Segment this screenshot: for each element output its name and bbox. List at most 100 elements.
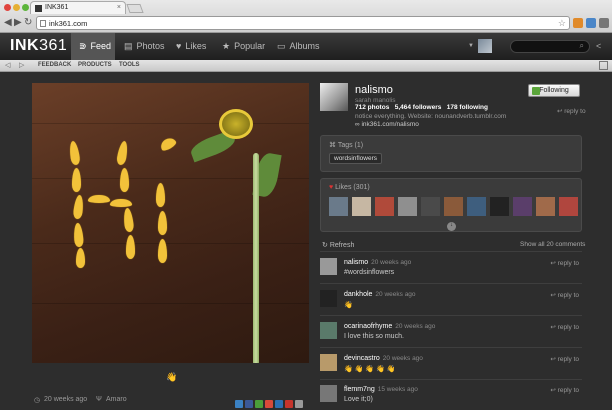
- petal: [120, 168, 129, 192]
- refresh-comments-button[interactable]: ↻ Refresh: [322, 241, 354, 249]
- reply-link[interactable]: ↩ reply to: [550, 323, 579, 331]
- following-check-icon: [532, 87, 540, 95]
- heart-icon: ♥: [329, 184, 334, 191]
- minimize-window-button[interactable]: [13, 4, 20, 11]
- reply-to-post-link[interactable]: ↩ reply to: [557, 107, 586, 115]
- following-button[interactable]: Following: [528, 84, 580, 97]
- liker-avatar[interactable]: [490, 197, 509, 216]
- post-photo[interactable]: [32, 83, 309, 363]
- reply-link[interactable]: ↩ reply to: [550, 386, 579, 394]
- account-dropdown-chevron-icon[interactable]: ▼: [468, 43, 474, 49]
- commenter-username[interactable]: devincastro: [344, 355, 380, 362]
- liker-avatar[interactable]: [559, 197, 578, 216]
- browser-tab[interactable]: INK361 ×: [30, 1, 126, 14]
- fullscreen-icon[interactable]: [599, 61, 608, 70]
- reply-link[interactable]: ↩ reply to: [550, 291, 579, 299]
- liker-avatar[interactable]: [375, 197, 394, 216]
- current-user-avatar[interactable]: [478, 39, 492, 53]
- liker-avatar[interactable]: [444, 197, 463, 216]
- filter-name: Amaro: [106, 396, 127, 403]
- menu-wrench-icon[interactable]: [599, 18, 609, 28]
- petal: [158, 135, 178, 153]
- search-input[interactable]: ⌕: [510, 40, 590, 53]
- facebook-share-icon[interactable]: [245, 400, 253, 408]
- sunflower: [207, 101, 267, 151]
- followers-count[interactable]: 5,464 followers: [395, 104, 442, 111]
- ink361-logo[interactable]: INK361: [10, 37, 67, 55]
- more-likes-icon[interactable]: ↓: [447, 222, 456, 231]
- next-arrow-icon[interactable]: ▷: [19, 61, 24, 69]
- liker-avatar[interactable]: [352, 197, 371, 216]
- author-stats: 712 photos 5,464 followers 178 following: [355, 104, 488, 111]
- following-count[interactable]: 178 following: [447, 104, 488, 111]
- photos-icon: ▤: [124, 41, 133, 51]
- tag-icon: ⌘: [329, 142, 336, 149]
- prev-arrow-icon[interactable]: ◁: [5, 61, 10, 69]
- liker-avatar[interactable]: [329, 197, 348, 216]
- share-icon[interactable]: <: [596, 41, 601, 51]
- commenter-username[interactable]: nalismo: [344, 259, 368, 266]
- comment-text: 👋 👋 👋 👋 👋: [344, 366, 396, 373]
- feedback-link[interactable]: FEEDBACK: [38, 62, 71, 68]
- reload-button[interactable]: ↻: [24, 17, 32, 28]
- commenter-avatar[interactable]: [320, 385, 337, 402]
- star-icon: ★: [222, 41, 231, 51]
- nav-photos[interactable]: ▤ Photos: [124, 33, 172, 60]
- nav-albums[interactable]: ▭ Albums: [277, 33, 327, 60]
- bookmark-star-icon[interactable]: ☆: [558, 18, 566, 29]
- close-window-button[interactable]: [4, 4, 11, 11]
- author-realname: sarah manolis: [355, 97, 396, 104]
- post-time: 20 weeks ago: [44, 396, 88, 403]
- commenter-username[interactable]: dankhole: [344, 291, 372, 298]
- google-share-icon[interactable]: [255, 400, 263, 408]
- reply-link[interactable]: ↩ reply to: [550, 259, 579, 267]
- commenter-username[interactable]: flemm7ng: [344, 386, 375, 393]
- browser-chrome: INK361 × ◀ ▶ ↻ ink361.com ☆: [0, 0, 612, 33]
- heart-icon: ♥: [176, 41, 182, 51]
- divider: [320, 251, 582, 252]
- sunflower-stem: [253, 153, 259, 363]
- tag-chip[interactable]: wordsinflowers: [329, 153, 382, 164]
- liker-avatar[interactable]: [513, 197, 532, 216]
- folder-icon: ▭: [277, 41, 286, 51]
- products-link[interactable]: PRODUCTS: [78, 62, 112, 68]
- new-tab-button[interactable]: [126, 4, 144, 13]
- tumblr-share-icon[interactable]: [275, 400, 283, 408]
- liker-avatar[interactable]: [467, 197, 486, 216]
- nav-feed[interactable]: ⋑ Feed: [71, 33, 115, 60]
- commenter-avatar[interactable]: [320, 354, 337, 371]
- email-share-icon[interactable]: [295, 400, 303, 408]
- comment-item: flemm7ng 15 weeks ago Love it;0) ↩ reply …: [320, 385, 582, 410]
- back-button[interactable]: ◀: [4, 17, 12, 28]
- pinterest-share-icon[interactable]: [265, 400, 273, 408]
- author-username[interactable]: nalismo: [355, 84, 393, 96]
- clock-icon: ◷: [34, 397, 41, 404]
- petal: [158, 211, 167, 235]
- author-avatar[interactable]: [320, 83, 348, 111]
- show-all-comments-link[interactable]: Show all 20 comments: [520, 241, 585, 248]
- zoom-window-button[interactable]: [22, 4, 29, 11]
- tab-close-icon[interactable]: ×: [117, 4, 121, 11]
- commenter-username[interactable]: ocarinaofrhyme: [344, 323, 392, 330]
- commenter-avatar[interactable]: [320, 258, 337, 275]
- pin-share-icon[interactable]: [285, 400, 293, 408]
- forward-button[interactable]: ▶: [14, 17, 22, 28]
- extension-icon[interactable]: [586, 18, 596, 28]
- commenter-avatar[interactable]: [320, 290, 337, 307]
- tools-link[interactable]: TOOLS: [119, 62, 140, 68]
- commenter-avatar[interactable]: [320, 322, 337, 339]
- liker-avatar[interactable]: [421, 197, 440, 216]
- wave-reaction-icon: 👋: [166, 372, 178, 382]
- browser-toolbar: ◀ ▶ ↻ ink361.com ☆: [0, 14, 612, 33]
- address-bar[interactable]: ink361.com ☆: [36, 16, 570, 30]
- photos-count[interactable]: 712 photos: [355, 104, 389, 111]
- liker-avatar[interactable]: [536, 197, 555, 216]
- reply-link[interactable]: ↩ reply to: [550, 355, 579, 363]
- divider: [320, 315, 582, 316]
- profile-link[interactable]: ∞ ink361.com/nalismo: [355, 121, 419, 128]
- liker-avatar[interactable]: [398, 197, 417, 216]
- twitter-share-icon[interactable]: [235, 400, 243, 408]
- rss-extension-icon[interactable]: [573, 18, 583, 28]
- nav-popular[interactable]: ★ Popular: [222, 33, 270, 60]
- nav-likes[interactable]: ♥ Likes: [176, 33, 216, 60]
